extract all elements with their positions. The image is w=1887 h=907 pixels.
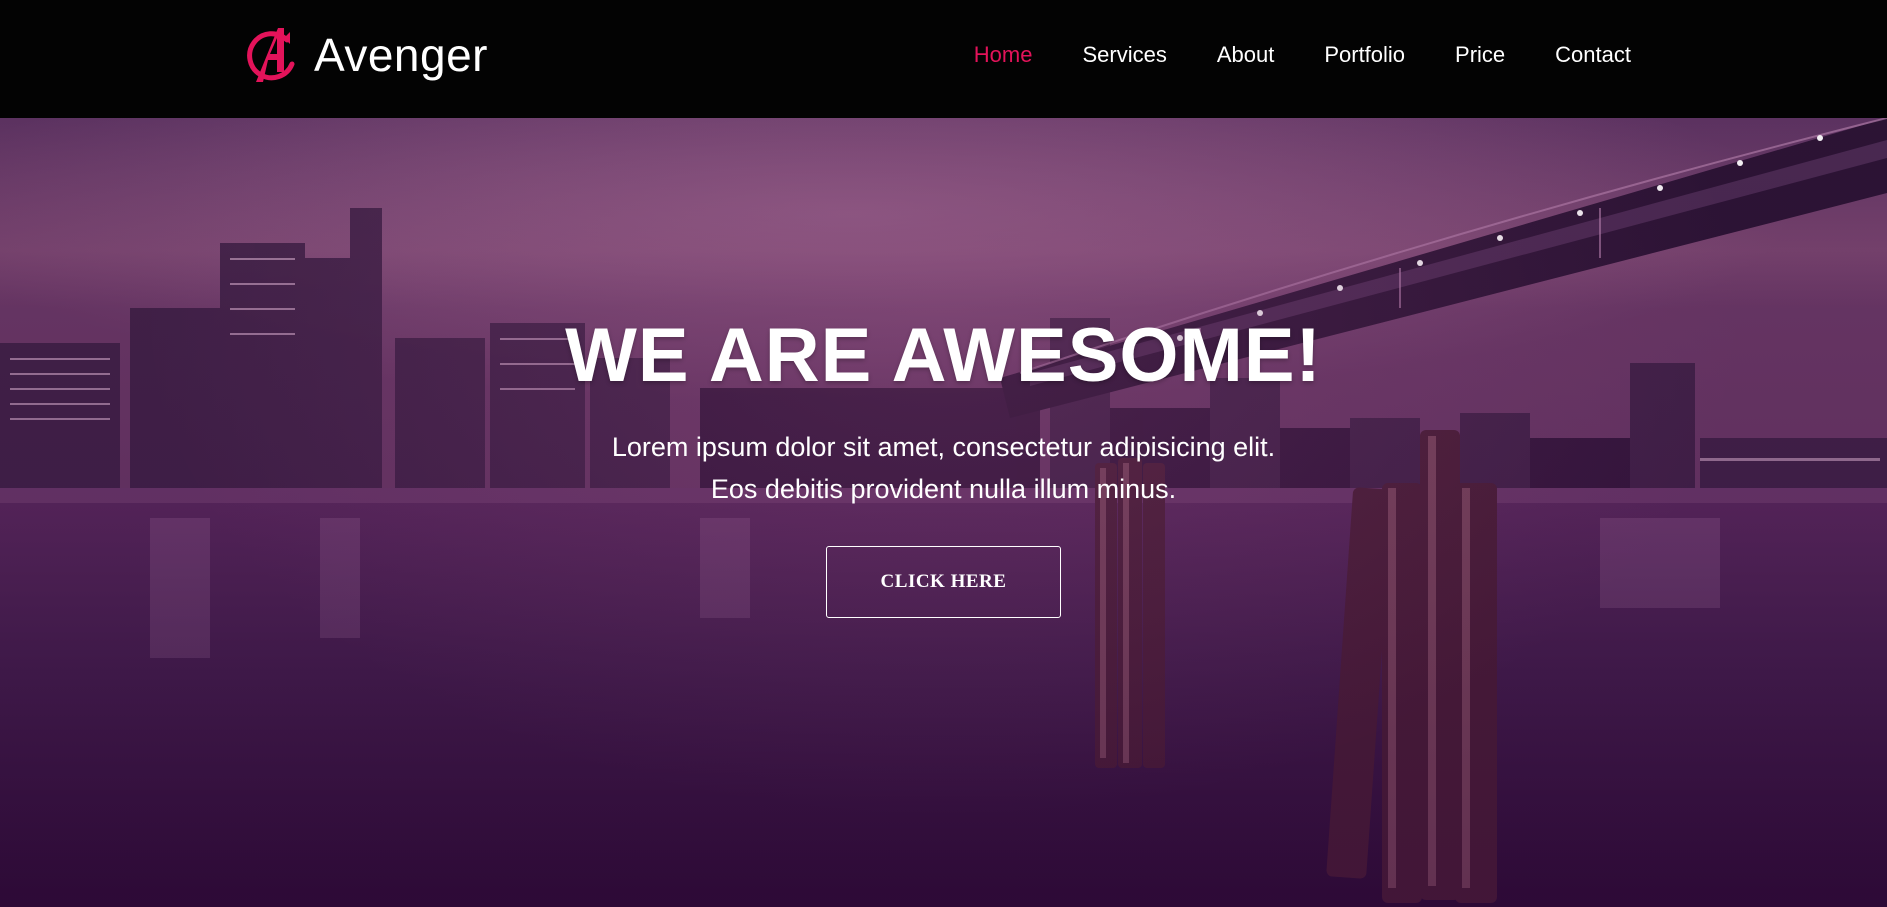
brand-name: Avenger	[314, 29, 489, 81]
hero-title: WE ARE AWESOME!	[565, 313, 1322, 398]
nav-item-about[interactable]: About	[1217, 42, 1275, 68]
hero-color-overlay	[0, 118, 1887, 907]
site-header: Avenger Home Services About Portfolio Pr…	[0, 0, 1887, 118]
hero-subtitle-line-2: Eos debitis provident nulla illum minus.	[710, 474, 1177, 504]
avengers-a-logo-icon	[247, 28, 295, 82]
nav-item-contact[interactable]: Contact	[1555, 42, 1631, 68]
brand-home-link[interactable]: Avenger	[244, 22, 488, 88]
nav-item-portfolio[interactable]: Portfolio	[1324, 42, 1405, 68]
main-nav: Home Services About Portfolio Price Cont…	[924, 0, 1631, 110]
nav-item-home[interactable]: Home	[974, 42, 1033, 68]
hero-subtitle-line-1: Lorem ipsum dolor sit amet, consectetur …	[611, 432, 1276, 462]
nav-item-services[interactable]: Services	[1082, 42, 1166, 68]
click-here-button[interactable]: CLICK HERE	[826, 546, 1061, 618]
hero-section: WE ARE AWESOME! Lorem ipsum dolor sit am…	[0, 118, 1887, 907]
nav-item-price[interactable]: Price	[1455, 42, 1505, 68]
hero-subtitle: Lorem ipsum dolor sit amet, consectetur …	[0, 426, 1887, 510]
